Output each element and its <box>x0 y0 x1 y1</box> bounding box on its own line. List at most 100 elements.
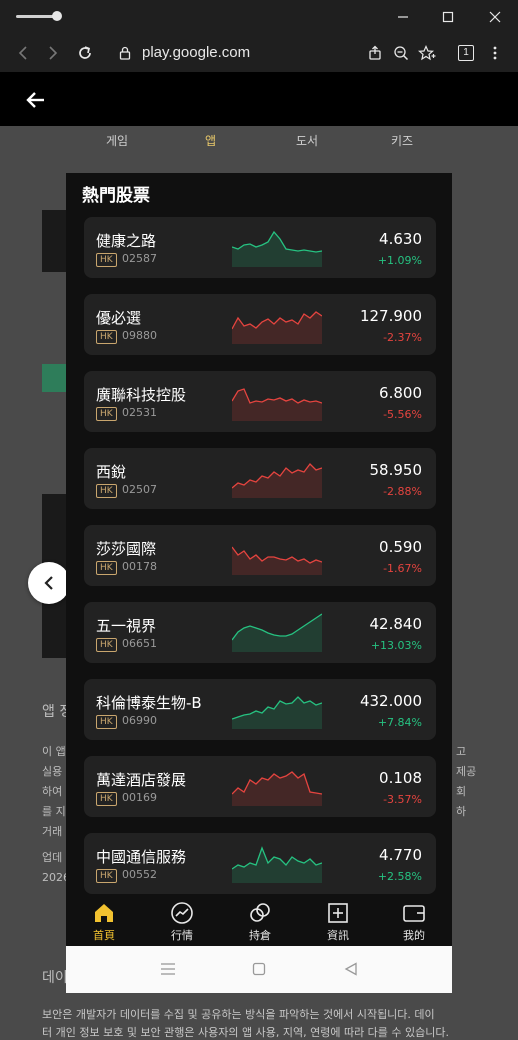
about-line-4: 를 지 <box>42 805 66 818</box>
stock-name: 中國通信服務 <box>96 848 187 866</box>
about-line-3: 하여 <box>42 785 63 798</box>
zoom-slider-knob[interactable] <box>52 11 62 21</box>
stock-card[interactable]: 科倫博泰生物-B HK 06990 432.000 +7.84% <box>84 679 436 740</box>
sparkline-chart <box>232 230 322 267</box>
stock-card[interactable]: 廣聯科技控股 HK 02531 6.800 -5.56% <box>84 371 436 432</box>
url-text[interactable]: play.google.com <box>142 44 250 61</box>
forward-button[interactable] <box>42 42 64 64</box>
sparkline-chart <box>232 771 322 806</box>
sparkline-chart <box>232 388 322 421</box>
stock-card[interactable]: 中國通信服務 HK 00552 4.770 +2.58% <box>84 833 436 894</box>
back-icon <box>18 46 27 60</box>
stock-price: 58.950 <box>369 461 423 479</box>
minimize-icon <box>398 16 408 18</box>
store-tab-kids[interactable]: 키즈 <box>391 132 413 149</box>
home-nav-icon[interactable] <box>252 962 266 976</box>
sparkline-chart <box>232 613 322 652</box>
window-titlebar <box>0 0 518 34</box>
zoom-button[interactable] <box>390 42 412 64</box>
store-tab-apps[interactable]: 앱 <box>205 132 216 149</box>
stock-code: 02587 <box>122 252 157 265</box>
stock-card[interactable]: 萬達酒店發展 HK 00169 0.108 -3.57% <box>84 756 436 817</box>
store-tab-games[interactable]: 게임 <box>106 132 128 149</box>
back-button[interactable] <box>12 42 34 64</box>
stock-name: 五一視界 <box>96 617 157 635</box>
close-icon <box>489 11 501 23</box>
nav-news-label: 資訊 <box>327 929 349 942</box>
stock-card[interactable]: 優必選 HK 09880 127.900 -2.37% <box>84 294 436 355</box>
tab-count: 1 <box>463 47 469 58</box>
stock-change: -3.57% <box>383 793 422 806</box>
site-info-button[interactable] <box>114 42 136 64</box>
app-screenshot-preview: 熱門股票 健康之路 HK 02587 4.630 +1.09% 優必選 HK 09880 127… <box>66 173 452 993</box>
sparkline-chart <box>232 846 322 883</box>
stock-name: 優必選 <box>96 309 142 327</box>
stock-card[interactable]: 莎莎國際 HK 00178 0.590 -1.67% <box>84 525 436 586</box>
share-button[interactable] <box>364 42 386 64</box>
market-badge: HK <box>96 484 117 498</box>
system-nav-bar <box>66 946 452 993</box>
stock-name: 健康之路 <box>96 232 157 250</box>
sparkline-chart <box>232 311 322 344</box>
market-badge: HK <box>96 869 117 883</box>
nav-market[interactable]: 行情 <box>152 895 212 945</box>
stock-name: 廣聯科技控股 <box>96 386 187 404</box>
data-safety-text-2: 터 개인 정보 보호 및 보안 관행은 사용자의 앱 사용, 지역, 연령에 따… <box>42 1026 450 1039</box>
star-add-icon <box>418 45 436 61</box>
page-header <box>0 72 518 126</box>
page-back-icon[interactable] <box>24 88 48 112</box>
tab-count-box: 1 <box>458 45 474 61</box>
updated-label: 업데 <box>42 851 63 864</box>
maximize-button[interactable] <box>437 6 459 28</box>
market-badge: HK <box>96 792 117 806</box>
app-icon <box>42 210 66 272</box>
stock-price: 0.590 <box>379 538 422 556</box>
nav-news[interactable]: 資訊 <box>308 895 368 945</box>
nav-market-label: 行情 <box>171 929 193 942</box>
stock-change: -1.67% <box>383 562 422 575</box>
stock-change: +13.03% <box>370 639 422 652</box>
data-safety-heading: 데이 <box>42 970 68 986</box>
market-badge: HK <box>96 561 117 575</box>
stock-price: 4.630 <box>379 230 422 248</box>
back-nav-icon[interactable] <box>344 962 358 976</box>
stock-code: 02531 <box>122 406 157 419</box>
menu-button[interactable] <box>484 42 506 64</box>
stock-card[interactable]: 五一視界 HK 06651 42.840 +13.03% <box>84 602 436 663</box>
nav-mine[interactable]: 我的 <box>384 895 444 945</box>
market-badge: HK <box>96 407 117 421</box>
hot-stocks-title: 熱門股票 <box>82 186 150 206</box>
stock-name: 萬達酒店發展 <box>96 771 187 789</box>
sparkline-chart <box>232 463 322 498</box>
stock-code: 02507 <box>122 483 157 496</box>
stock-code: 00552 <box>122 868 157 881</box>
tabs-button[interactable]: 1 <box>455 42 477 64</box>
holdings-icon <box>250 903 270 922</box>
about-right-2: 제공 <box>456 765 477 778</box>
nav-mine-label: 我的 <box>403 929 425 942</box>
stock-card[interactable]: 西銳 HK 02507 58.950 -2.88% <box>84 448 436 509</box>
store-tab-books[interactable]: 도서 <box>296 132 318 149</box>
nav-home[interactable]: 首頁 <box>74 895 134 945</box>
forward-icon <box>49 46 58 60</box>
about-line-1: 이 앱 <box>42 745 66 758</box>
app-bottom-nav: 首頁 行情 持倉 資訊 我的 <box>66 895 452 945</box>
close-button[interactable] <box>484 6 506 28</box>
favorite-button[interactable] <box>416 42 438 64</box>
recent-apps-icon[interactable] <box>160 962 176 976</box>
stock-code: 00178 <box>122 560 157 573</box>
stock-card[interactable]: 健康之路 HK 02587 4.630 +1.09% <box>84 217 436 278</box>
stock-code: 00169 <box>122 791 157 804</box>
about-right-1: 고 <box>456 745 467 758</box>
reload-button[interactable] <box>74 42 96 64</box>
stock-change: -2.37% <box>383 331 422 344</box>
minimize-button[interactable] <box>392 6 414 28</box>
market-badge: HK <box>96 330 117 344</box>
reload-icon <box>79 46 91 59</box>
carousel-prev-button[interactable] <box>28 562 70 604</box>
nav-holdings[interactable]: 持倉 <box>230 895 290 945</box>
news-icon <box>328 903 348 923</box>
stock-change: -5.56% <box>383 408 422 421</box>
stock-change: +7.84% <box>377 716 422 729</box>
install-button[interactable] <box>42 364 66 392</box>
